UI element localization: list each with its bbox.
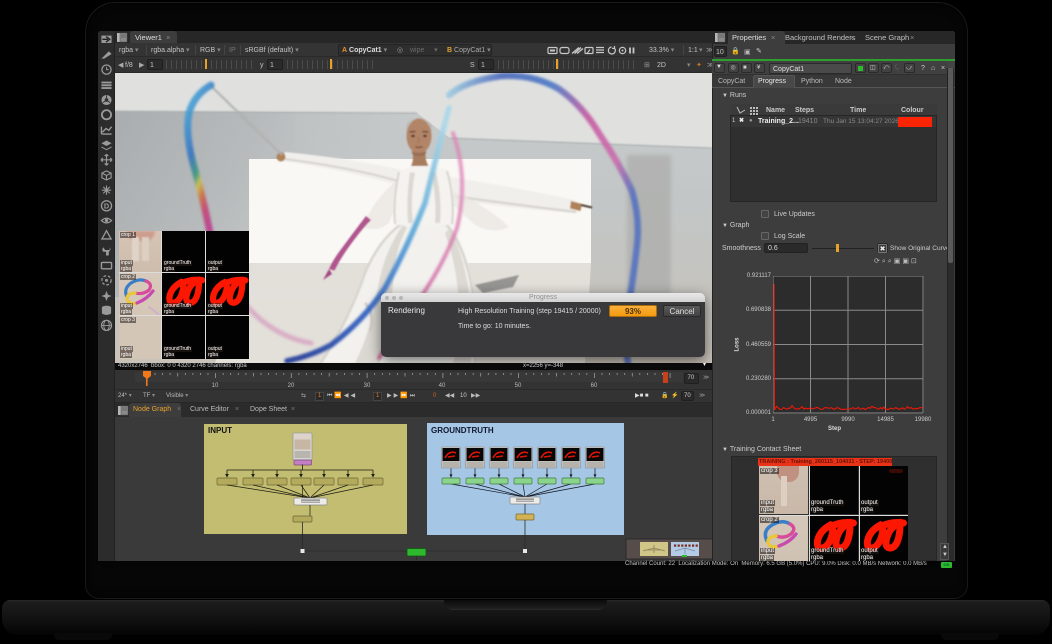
svg-text:D: D bbox=[104, 202, 109, 211]
svg-text:GROUNDTRUTH: GROUNDTRUTH bbox=[431, 426, 494, 435]
svg-text:INPUT: INPUT bbox=[208, 426, 232, 435]
